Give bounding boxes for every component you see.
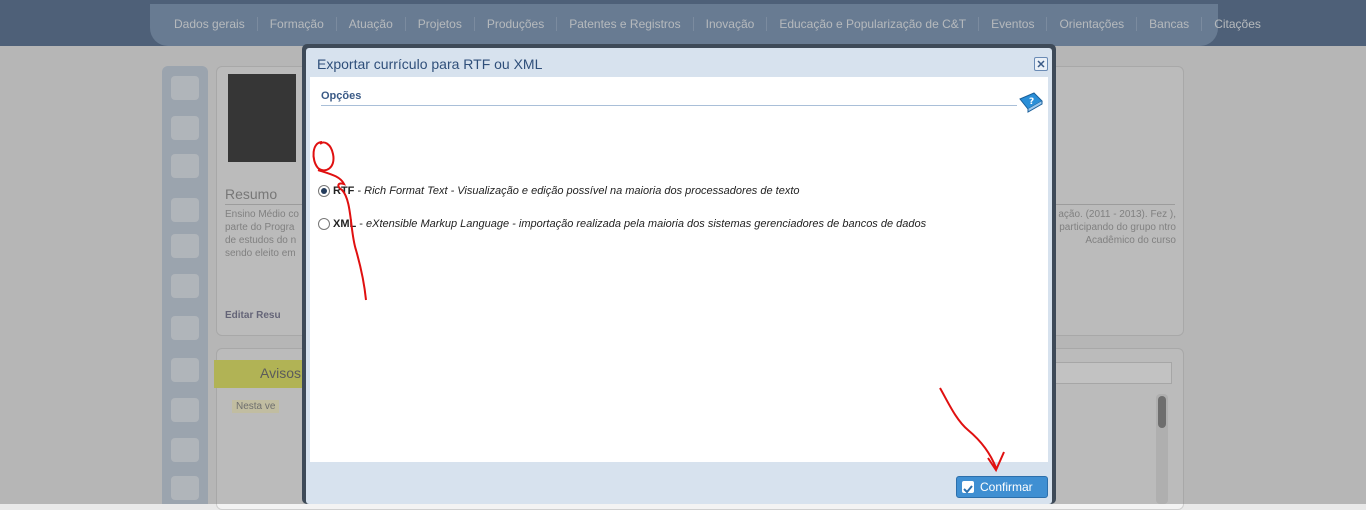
option-xml[interactable]: XML - eXtensible Markup Language - impor…	[318, 218, 927, 231]
option-rtf-sep: -	[354, 185, 365, 197]
export-dialog: Exportar currículo para RTF ou XML Opçõe…	[302, 44, 1056, 504]
option-rtf[interactable]: RTF - Rich Format Text - Visualização e …	[318, 185, 800, 198]
confirm-button[interactable]: Confirmar	[956, 476, 1048, 498]
option-rtf-desc: Rich Format Text - Visualização e edição…	[364, 185, 800, 197]
help-icon[interactable]: ?	[1018, 91, 1044, 113]
option-xml-code: XML	[333, 218, 357, 230]
checkmark-icon	[962, 481, 974, 494]
option-xml-desc: eXtensible Markup Language - importação …	[366, 218, 927, 230]
dialog-body: Opções ? RTF - Rich Format Text - Visual…	[310, 77, 1048, 462]
close-icon	[1037, 60, 1045, 68]
close-button[interactable]	[1034, 57, 1048, 71]
confirm-label: Confirmar	[980, 480, 1033, 494]
radio-rtf[interactable]	[318, 185, 330, 198]
options-divider	[321, 105, 1017, 106]
dialog-frame: Exportar currículo para RTF ou XML Opçõe…	[306, 48, 1052, 504]
svg-text:?: ?	[1029, 97, 1034, 107]
dialog-title: Exportar currículo para RTF ou XML	[317, 56, 543, 72]
option-xml-sep: -	[356, 218, 367, 230]
radio-xml[interactable]	[318, 218, 330, 231]
option-rtf-code: RTF	[333, 185, 355, 197]
options-legend: Opções	[321, 90, 362, 102]
